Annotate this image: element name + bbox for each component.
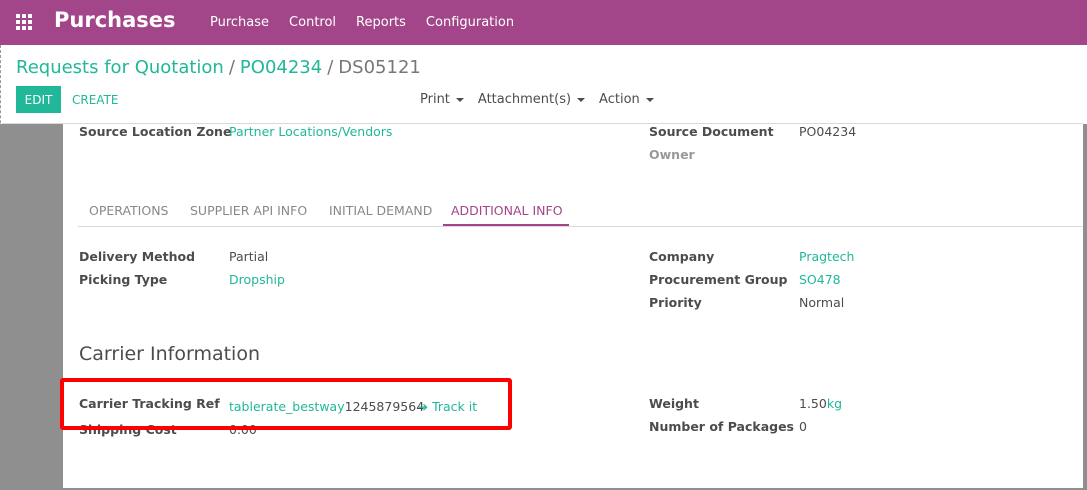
delivery-method-value: Partial [229,249,269,264]
company-label: Company [649,249,715,264]
menu-item-reports[interactable]: Reports [346,15,416,30]
priority-label: Priority [649,295,702,310]
procurement-group-label: Procurement Group [649,272,788,287]
source-document-value: PO04234 [799,124,857,139]
create-button[interactable]: CREATE [64,86,127,113]
caret-down-icon [455,97,464,102]
breadcrumb: Requests for Quotation / PO04234/DS05121 [16,57,421,78]
tab-initial-demand[interactable]: INITIAL DEMAND [329,203,432,218]
highlight-box [60,378,512,430]
active-tab-indicator [443,224,569,226]
menu-item-purchase[interactable]: Purchase [200,15,279,30]
action-label: Action [599,92,640,107]
apps-grid-icon[interactable] [16,14,32,30]
weight-number: 1.50 [799,396,827,411]
print-dropdown[interactable]: Print [420,92,464,107]
form-sheet: Source Location Zone Partner Locations/V… [63,124,1083,488]
weight-value: 1.50kg [799,396,842,411]
breadcrumb-separator: / [228,57,235,78]
carrier-section-title: Carrier Information [79,343,261,365]
caret-down-icon [645,97,654,102]
attachments-label: Attachment(s) [477,92,572,107]
priority-value: Normal [799,295,845,310]
main-menu: Purchase Control Reports Configuration [200,0,524,45]
breadcrumb-po[interactable]: PO04234 [240,57,322,78]
print-label: Print [420,92,450,107]
weight-label: Weight [649,396,699,411]
breadcrumb-rfq[interactable]: Requests for Quotation [16,57,224,78]
edit-button[interactable]: EDIT [16,86,61,113]
tab-supplier-api-info[interactable]: SUPPLIER API INFO [190,203,307,218]
source-location-zone-link[interactable]: Partner Locations/Vendors [229,124,392,139]
notebook-tabs: OPERATIONS SUPPLIER API INFO INITIAL DEM… [78,199,1083,227]
weight-unit-link[interactable]: kg [827,396,842,411]
top-navbar: Purchases Purchase Control Reports Confi… [0,0,1087,45]
picking-type-label: Picking Type [79,272,168,287]
owner-label: Owner [649,147,695,162]
menu-item-control[interactable]: Control [279,15,346,30]
sidebar-actions: Print Attachment(s) Action [420,92,654,107]
action-dropdown[interactable]: Action [599,92,654,107]
app-title: Purchases [54,8,176,32]
packages-label: Number of Packages [649,419,794,434]
source-document-label: Source Document [649,124,774,139]
procurement-group-link[interactable]: SO478 [799,272,841,287]
delivery-method-label: Delivery Method [79,249,196,264]
menu-item-configuration[interactable]: Configuration [416,15,524,30]
picking-type-link[interactable]: Dropship [229,272,285,287]
breadcrumb-separator: / [327,57,334,78]
packages-value: 0 [799,419,807,434]
company-link[interactable]: Pragtech [799,249,854,264]
source-location-zone-label: Source Location Zone [79,124,232,139]
breadcrumb-current: DS05121 [338,57,421,78]
tab-operations[interactable]: OPERATIONS [89,203,168,218]
control-panel: Requests for Quotation / PO04234/DS05121 E… [2,45,1083,124]
caret-down-icon [577,97,586,102]
tab-additional-info[interactable]: ADDITIONAL INFO [451,203,563,218]
attachments-dropdown[interactable]: Attachment(s) [477,92,586,107]
